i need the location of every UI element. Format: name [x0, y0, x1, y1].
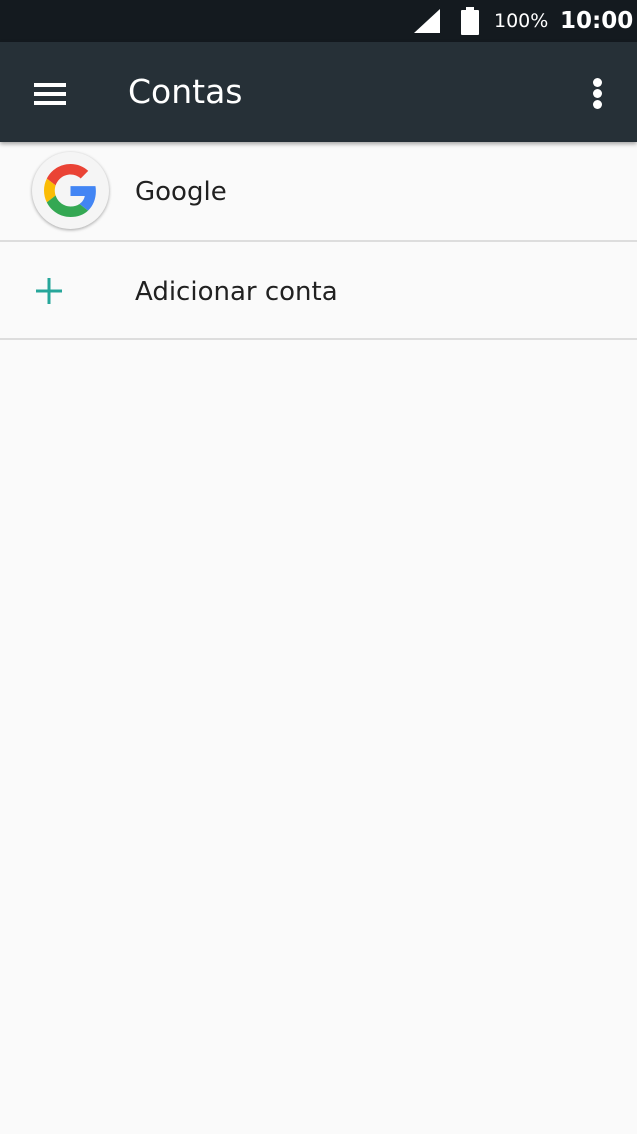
battery-icon [461, 7, 479, 35]
add-account-button[interactable]: Adicionar conta [0, 242, 637, 340]
status-bar: 100% 10:00 [0, 0, 637, 42]
app-bar: Contas [0, 42, 637, 142]
google-icon [32, 152, 109, 229]
page-title: Contas [128, 72, 243, 111]
menu-icon[interactable] [22, 70, 78, 114]
signal-icon [414, 9, 440, 33]
accounts-list: Google Adicionar conta [0, 142, 637, 340]
add-account-label: Adicionar conta [135, 277, 338, 307]
battery-percentage: 100% [494, 10, 549, 32]
account-label-google: Google [135, 177, 227, 207]
plus-icon [36, 278, 62, 304]
clock: 10:00 [560, 8, 634, 34]
account-item-google[interactable]: Google [0, 142, 637, 242]
overflow-menu-icon[interactable] [578, 70, 618, 118]
